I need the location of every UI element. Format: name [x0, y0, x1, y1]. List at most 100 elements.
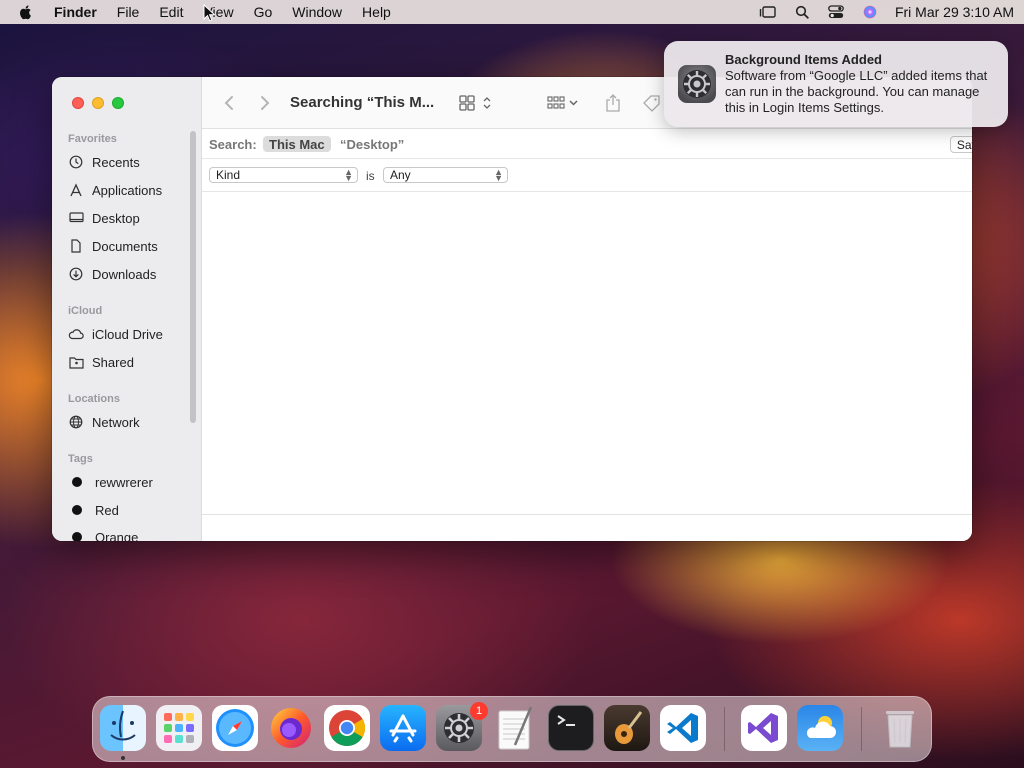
menu-window[interactable]: Window	[292, 4, 342, 20]
weather-cloud-icon	[806, 716, 836, 738]
close-window-button[interactable]	[72, 97, 84, 109]
dock-textedit[interactable]	[492, 705, 538, 751]
dock-visual-studio[interactable]	[741, 705, 787, 751]
dock-garageband[interactable]	[604, 705, 650, 751]
safari-compass-icon	[216, 709, 254, 747]
mouse-cursor-icon	[203, 4, 215, 22]
search-results-area[interactable]	[202, 192, 972, 514]
sidebar-item-label: rewwrerer	[95, 474, 153, 490]
popup-arrows-icon: ▲ ▼	[344, 167, 353, 183]
group-grid-icon	[547, 96, 578, 109]
menu-go[interactable]: Go	[254, 4, 273, 20]
sidebar-item-label: Shared	[92, 354, 134, 370]
dock-finder[interactable]	[100, 705, 146, 751]
sidebar-tag-rewwrerer[interactable]: rewwrerer	[68, 472, 153, 492]
path-bar	[202, 514, 972, 541]
dock-trash[interactable]	[877, 705, 923, 751]
chevron-left-icon	[224, 96, 233, 110]
notification-title: Background Items Added	[725, 52, 882, 67]
sidebar-tag-orange[interactable]: Orange	[68, 527, 138, 541]
dock-separator	[724, 707, 725, 751]
menu-edit[interactable]: Edit	[159, 4, 183, 20]
stage-manager-icon[interactable]	[759, 4, 777, 20]
sidebar-item-label: Recents	[92, 154, 140, 170]
dock-safari[interactable]	[212, 705, 258, 751]
applications-icon	[68, 182, 84, 198]
document-icon	[68, 238, 84, 254]
desktop-icon	[68, 210, 84, 226]
dock-firefox[interactable]	[268, 705, 314, 751]
finder-window: Favorites Recents Applications Desktop D…	[52, 77, 972, 541]
sidebar-item-label: iCloud Drive	[92, 326, 163, 342]
dock-weather[interactable]	[797, 705, 843, 751]
menu-help[interactable]: Help	[362, 4, 391, 20]
dock-terminal[interactable]	[548, 705, 594, 751]
sidebar-item-icloud-drive[interactable]: iCloud Drive	[68, 324, 163, 344]
window-title: Searching “This M...	[290, 94, 435, 111]
save-search-button[interactable]: Save	[950, 136, 972, 153]
menu-bar-status-area: Fri Mar 29 3:10 AM	[759, 4, 1014, 20]
sidebar-item-label: Downloads	[92, 266, 157, 282]
clock-icon	[68, 154, 84, 170]
icon-view-grid-icon	[459, 95, 491, 111]
zoom-window-button[interactable]	[112, 97, 124, 109]
control-center-icon[interactable]	[827, 4, 845, 20]
sidebar-item-applications[interactable]: Applications	[68, 180, 162, 200]
share-button[interactable]	[604, 91, 622, 115]
sidebar-item-label: Orange	[95, 529, 139, 542]
tag-icon	[643, 95, 660, 112]
dock-chrome[interactable]	[324, 705, 370, 751]
dock-app-store[interactable]	[380, 705, 426, 751]
menu-bar: Finder File Edit View Go Window Help Fri…	[0, 0, 1024, 24]
sidebar-section-locations: Locations	[68, 393, 120, 405]
sidebar-tag-red[interactable]: Red	[68, 500, 119, 520]
siri-icon[interactable]	[861, 4, 879, 20]
search-icon[interactable]	[793, 4, 811, 20]
sidebar-item-documents[interactable]: Documents	[68, 236, 158, 256]
forward-button[interactable]	[258, 91, 272, 115]
system-settings-badge: 1	[470, 702, 488, 720]
trash-icon	[886, 711, 914, 748]
sidebar-scrollbar[interactable]	[190, 131, 196, 423]
group-by-button[interactable]	[546, 91, 582, 115]
view-mode-button[interactable]	[458, 91, 494, 115]
dock-separator	[861, 707, 862, 751]
sidebar-item-shared[interactable]: Shared	[68, 352, 134, 372]
sidebar-item-desktop[interactable]: Desktop	[68, 208, 140, 228]
menu-file[interactable]: File	[117, 4, 140, 20]
attribute-popup[interactable]: Kind ▲ ▼	[209, 167, 358, 183]
globe-icon	[68, 414, 84, 430]
scope-desktop-button[interactable]: “Desktop”	[340, 137, 404, 152]
finder-sidebar: Favorites Recents Applications Desktop D…	[52, 77, 202, 541]
background-items-notification[interactable]: Background Items Added Software from “Go…	[664, 41, 1008, 127]
back-button[interactable]	[222, 91, 236, 115]
chevron-right-icon	[261, 96, 270, 110]
finder-face-icon	[110, 710, 136, 741]
tag-color-dot	[72, 505, 82, 515]
window-controls	[72, 97, 124, 109]
sidebar-item-network[interactable]: Network	[68, 412, 140, 432]
apple-logo-icon[interactable]	[18, 4, 34, 20]
dock-vscode[interactable]	[660, 705, 706, 751]
sidebar-section-tags: Tags	[68, 453, 93, 465]
search-label: Search:	[209, 137, 257, 152]
popup-arrows-icon: ▲ ▼	[494, 167, 503, 183]
guitar-icon	[615, 711, 643, 744]
download-icon	[68, 266, 84, 282]
menu-app-finder[interactable]: Finder	[54, 4, 97, 20]
sidebar-section-favorites: Favorites	[68, 133, 117, 145]
dock-launchpad[interactable]	[156, 705, 202, 751]
search-scope-bar: Search: This Mac “Desktop” Save −	[202, 129, 972, 159]
shared-folder-icon	[68, 354, 84, 370]
value-popup[interactable]: Any ▲ ▼	[383, 167, 508, 183]
cloud-icon	[68, 326, 84, 342]
scope-this-mac-button[interactable]: This Mac	[263, 136, 331, 152]
tag-button[interactable]	[642, 91, 662, 115]
sidebar-item-downloads[interactable]: Downloads	[68, 264, 156, 284]
menu-bar-clock[interactable]: Fri Mar 29 3:10 AM	[895, 4, 1014, 20]
sidebar-item-label: Applications	[92, 182, 163, 198]
sidebar-item-recents[interactable]: Recents	[68, 152, 140, 172]
sidebar-item-label: Documents	[92, 238, 158, 254]
minimize-window-button[interactable]	[92, 97, 104, 109]
sidebar-item-label: Red	[95, 502, 119, 518]
